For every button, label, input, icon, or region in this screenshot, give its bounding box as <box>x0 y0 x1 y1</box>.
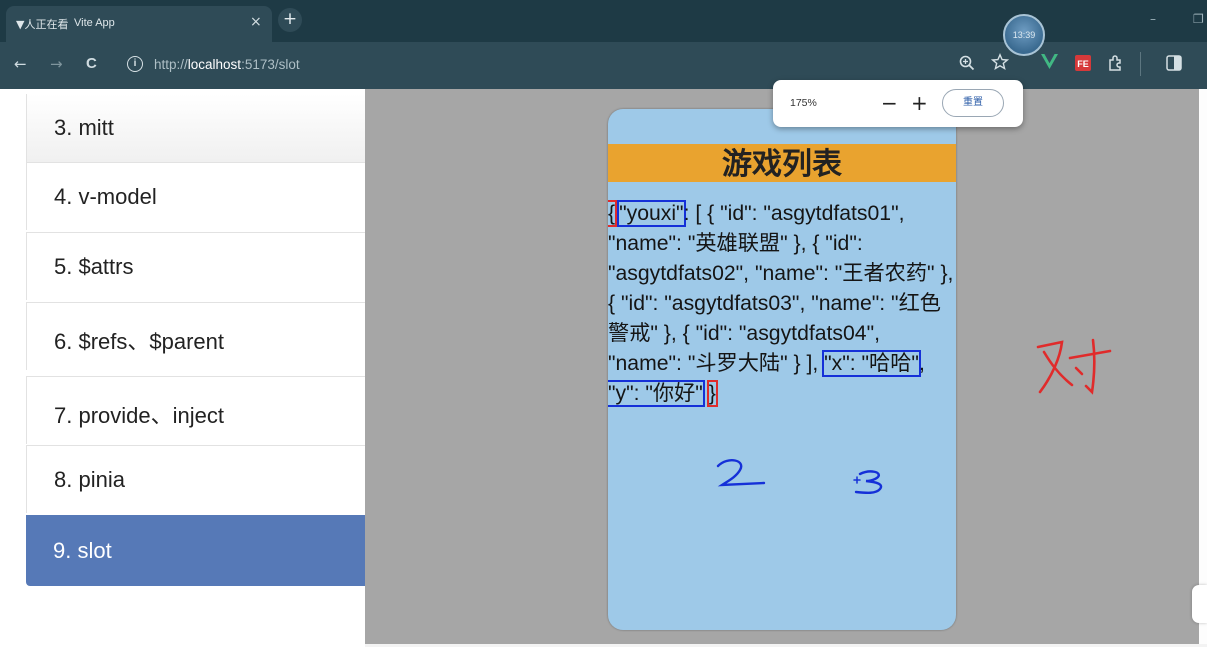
game-list-title: 游戏列表 <box>608 144 956 182</box>
star-icon[interactable] <box>990 53 1010 75</box>
game-list-card: 游戏列表 {"youxi": [ { "id": "asgytdfats01",… <box>608 109 956 630</box>
zoom-out-button[interactable]: − <box>881 91 898 115</box>
sidebar-nav: 3. mitt 4. v-model 5. $attrs 6. $refs、$p… <box>0 89 424 647</box>
zoom-level: 175% <box>790 97 817 109</box>
browser-tab[interactable]: ▼人正在看 Vite App × <box>6 6 272 42</box>
fe-extension-icon[interactable]: FE <box>1075 55 1091 75</box>
minimize-icon[interactable]: – <box>1150 12 1156 26</box>
youxi-key-highlight: "youxi" <box>617 200 686 227</box>
url-text: http://localhost:5173/slot <box>154 57 300 72</box>
svg-text:FE: FE <box>1077 59 1089 69</box>
zoom-popup: 175% − + 重置 <box>773 80 1023 127</box>
open-brace-highlight: { <box>608 200 618 227</box>
x-pair-highlight: "x": "哈哈" <box>822 350 921 377</box>
zoom-reset-button[interactable]: 重置 <box>942 89 1004 117</box>
tab-favicon: ▼人正在看 <box>16 18 69 31</box>
site-info-icon[interactable]: i <box>127 56 143 72</box>
side-panel-icon[interactable] <box>1166 55 1182 75</box>
slot-json-output: {"youxi": [ { "id": "asgytdfats01", "nam… <box>608 199 956 409</box>
side-handle[interactable] <box>1192 585 1207 623</box>
tab-close-icon[interactable]: × <box>250 14 262 30</box>
sidebar-item-label: 8. pinia <box>54 467 125 492</box>
back-icon[interactable]: ← <box>14 55 27 73</box>
url-field[interactable]: i http://localhost:5173/slot <box>122 52 952 78</box>
sidebar-item-label: 9. slot <box>53 538 112 563</box>
sidebar-item-label: 5. $attrs <box>54 254 134 279</box>
sidebar-item-label: 4. v-model <box>54 184 157 209</box>
zoom-icon[interactable] <box>958 54 976 76</box>
floating-avatar[interactable]: 13:39 <box>1003 14 1045 56</box>
zoom-in-button[interactable]: + <box>911 91 928 115</box>
toolbar-divider <box>1140 52 1141 76</box>
sidebar-item-label: 6. $refs、$parent <box>54 329 224 354</box>
sidebar-item-label: 3. mitt <box>54 115 114 140</box>
reload-icon[interactable]: C <box>86 55 97 72</box>
sidebar-item-label: 7. provide、inject <box>54 403 224 428</box>
tab-title: Vite App <box>74 17 115 29</box>
vue-devtools-icon[interactable] <box>1041 54 1058 73</box>
close-brace-highlight: } <box>706 380 718 407</box>
json-comma: , <box>918 352 931 375</box>
forward-icon[interactable]: → <box>50 55 63 73</box>
y-pair-highlight: "y": "你好" <box>608 380 705 407</box>
extensions-puzzle-icon[interactable] <box>1107 54 1125 76</box>
restore-icon[interactable]: ❐ <box>1193 12 1204 26</box>
new-tab-button[interactable]: + <box>278 8 302 32</box>
page-edge <box>1199 89 1207 647</box>
